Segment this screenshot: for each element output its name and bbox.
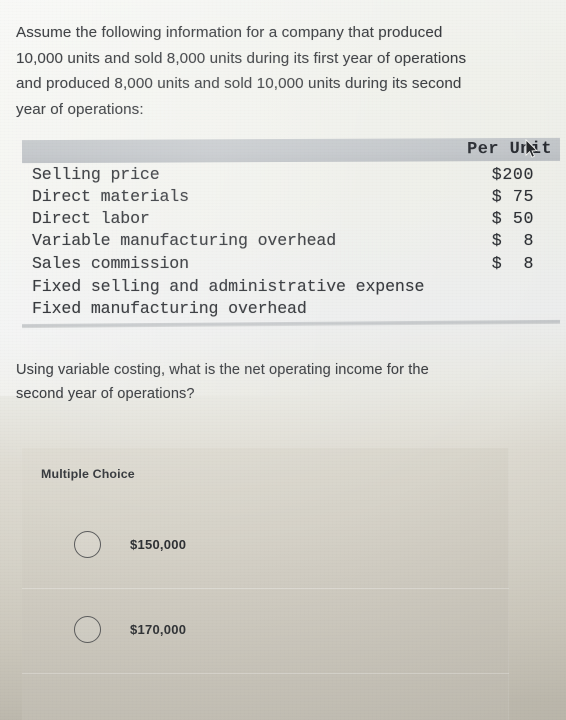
answer-option-label: $170,000 xyxy=(130,622,187,637)
table-row: Sales commission $ 8 xyxy=(32,253,544,275)
table-header-band: Per Unit xyxy=(21,137,561,164)
table-header-per-unit: Per Unit xyxy=(467,139,553,160)
table-row-value: $ 50 xyxy=(491,209,534,228)
table-row-value: $200 xyxy=(491,165,534,184)
table-row: Direct labor $ 50 xyxy=(32,208,544,230)
table-row-label: Direct labor xyxy=(32,209,150,228)
table-row: Direct materials $ 75 xyxy=(32,186,544,208)
prompt-line: 10,000 units and sold 8,000 units during… xyxy=(16,49,467,67)
table-row-value: $ 8 xyxy=(491,231,534,250)
answer-option-1[interactable]: $150,000 xyxy=(41,525,471,569)
question-line: second year of operations? xyxy=(16,386,195,402)
table-row-value: $ 8 xyxy=(491,254,534,273)
prompt-line: Assume the following information for a c… xyxy=(16,24,443,41)
radio-button-icon[interactable] xyxy=(74,616,101,643)
multiple-choice-label: Multiple Choice xyxy=(41,467,135,481)
table-row: Variable manufacturing overhead $ 8 xyxy=(32,230,544,252)
option-divider xyxy=(22,673,509,674)
table-row: Fixed selling and administrative expense xyxy=(32,276,544,298)
question-line: Using variable costing, what is the net … xyxy=(16,362,429,378)
option-divider xyxy=(22,588,509,589)
question-prompt-text: Assume the following information for a c… xyxy=(16,20,536,122)
table-row-label: Variable manufacturing overhead xyxy=(32,231,337,250)
table-row-label: Sales commission xyxy=(32,254,189,273)
table-row-label: Direct materials xyxy=(32,187,189,206)
radio-button-icon[interactable] xyxy=(74,531,101,558)
table-row: Selling price $200 xyxy=(32,164,544,186)
table-row-value: $ 75 xyxy=(491,187,534,206)
table-row-label: Selling price xyxy=(32,165,160,184)
cost-data-table: Per Unit Selling price $200 Direct mater… xyxy=(0,136,566,332)
prompt-line: year of operations: xyxy=(16,100,144,118)
multiple-choice-panel xyxy=(22,448,509,720)
screen-photo-surface: Assume the following information for a c… xyxy=(0,0,566,720)
answer-option-2[interactable]: $170,000 xyxy=(41,610,471,654)
table-row-label: Fixed selling and administrative expense xyxy=(32,277,425,296)
table-row: Fixed manufacturing overhead xyxy=(32,298,544,320)
prompt-line: and produced 8,000 units and sold 10,000… xyxy=(16,75,462,92)
answer-option-label: $150,000 xyxy=(130,537,187,552)
table-row-label: Fixed manufacturing overhead xyxy=(32,299,307,318)
question-text: Using variable costing, what is the net … xyxy=(16,358,526,406)
table-bottom-divider xyxy=(21,319,561,329)
